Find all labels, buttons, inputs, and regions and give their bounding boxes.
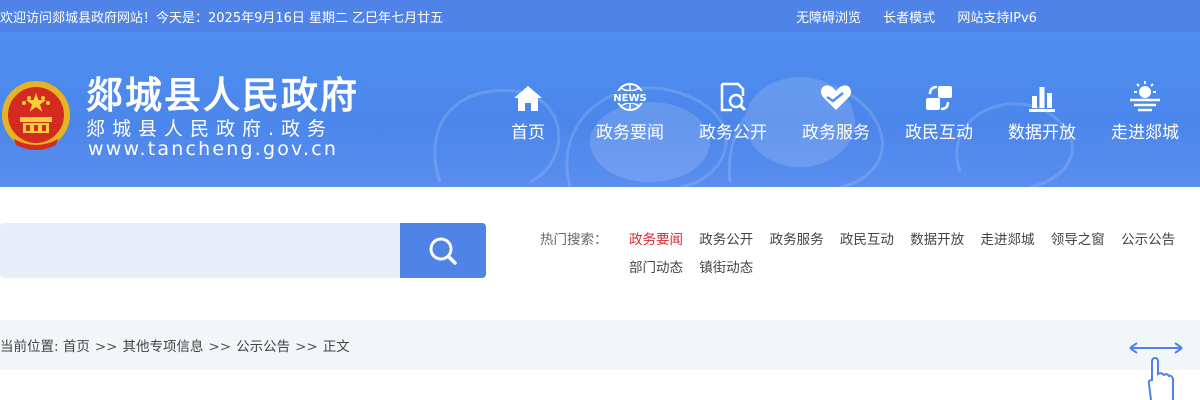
document-search-icon [683, 78, 783, 112]
nav-label: 政务公开 [699, 123, 767, 143]
nav-item-services[interactable]: 政务服务 [786, 78, 886, 143]
site-subtitle: 郯城县人民政府.政务 [86, 118, 334, 140]
top-links: 无障碍浏览 长者模式 网站支持IPv6 [796, 7, 1055, 26]
hot-term-about[interactable]: 走进郯城 [980, 226, 1034, 254]
hot-term-departments[interactable]: 部门动态 [629, 254, 683, 282]
search-input[interactable] [0, 223, 401, 278]
exchange-icon [889, 78, 989, 112]
national-emblem-icon [2, 81, 70, 150]
hot-search-terms: 政务要闻 政务公开 政务服务 政民互动 数据开放 走进郯城 领导之窗 公示公告 … [629, 226, 1189, 282]
sun-landscape-icon [1095, 78, 1195, 112]
nav-item-about-tancheng[interactable]: 走进郯城 [1095, 78, 1195, 143]
hot-term-services[interactable]: 政务服务 [770, 226, 824, 254]
nav-item-open-affairs[interactable]: 政务公开 [683, 78, 783, 143]
hot-term-leaders[interactable]: 领导之窗 [1051, 226, 1105, 254]
breadcrumb-separator: >> [208, 339, 232, 355]
elder-mode-link[interactable]: 长者模式 [883, 11, 935, 26]
svg-text:NEWS: NEWS [613, 93, 646, 104]
home-icon [478, 78, 578, 112]
top-bar: 欢迎访问郯城县政府网站！今天是：2025年9月16日 星期二 乙巳年七月廿五 无… [0, 0, 1200, 32]
search-button[interactable] [400, 223, 486, 278]
nav-item-open-data[interactable]: 数据开放 [992, 78, 1092, 143]
horizontal-resize-hand-icon[interactable] [1127, 340, 1187, 400]
breadcrumb-separator: >> [295, 339, 318, 355]
breadcrumb-current: 正文 [322, 339, 350, 355]
hot-search-label: 热门搜索： [540, 232, 608, 248]
breadcrumb-prefix: 当前位置: [0, 339, 63, 355]
nav-label: 政民互动 [905, 123, 973, 143]
site-header: 郯城县人民政府 郯城县人民政府.政务 www.tancheng.gov.cn 首… [0, 32, 1200, 187]
site-url: www.tancheng.gov.cn [88, 138, 339, 160]
breadcrumb-separator: >> [94, 339, 118, 355]
accessibility-link[interactable]: 无障碍浏览 [796, 11, 861, 26]
hot-term-interaction[interactable]: 政民互动 [840, 226, 894, 254]
hot-term-news[interactable]: 政务要闻 [629, 226, 683, 254]
hot-term-open-data[interactable]: 数据开放 [910, 226, 964, 254]
nav-label: 走进郯城 [1111, 123, 1179, 143]
nav-item-home[interactable]: 首页 [478, 78, 578, 143]
hot-term-towns[interactable]: 镇街动态 [699, 254, 753, 282]
hot-term-notices[interactable]: 公示公告 [1121, 226, 1175, 254]
breadcrumb-other-info[interactable]: 其他专项信息 [122, 339, 203, 355]
nav-label: 首页 [511, 123, 545, 143]
welcome-text: 欢迎访问郯城县政府网站！今天是：2025年9月16日 星期二 乙巳年七月廿五 [0, 11, 444, 26]
nav-label: 政务要闻 [596, 123, 664, 143]
breadcrumb-bar: 当前位置: 首页 >> 其他专项信息 >> 公示公告 >> 正文 [0, 320, 1200, 370]
main-nav: 首页 NEWS 政务要闻 政务公开 政务服务 政民互动 数据开放 走进郯城 [492, 78, 1200, 148]
breadcrumb: 当前位置: 首页 >> 其他专项信息 >> 公示公告 >> 正文 [0, 335, 350, 355]
nav-label: 政务服务 [802, 123, 870, 143]
breadcrumb-home[interactable]: 首页 [63, 339, 90, 355]
site-title: 郯城县人民政府 [86, 74, 359, 117]
nav-item-news[interactable]: NEWS 政务要闻 [580, 78, 680, 143]
nav-item-interaction[interactable]: 政民互动 [889, 78, 989, 143]
news-globe-icon: NEWS [580, 78, 680, 112]
breadcrumb-notices[interactable]: 公示公告 [236, 339, 290, 355]
ipv6-link[interactable]: 网站支持IPv6 [957, 11, 1037, 26]
heart-hand-icon [786, 78, 886, 112]
hot-term-open-affairs[interactable]: 政务公开 [699, 226, 753, 254]
nav-label: 数据开放 [1008, 123, 1076, 143]
search-icon [429, 237, 457, 265]
bar-chart-icon [992, 78, 1092, 112]
